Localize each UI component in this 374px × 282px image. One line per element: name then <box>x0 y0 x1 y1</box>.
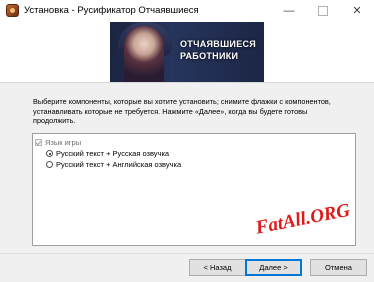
maximize-icon <box>318 6 328 17</box>
wizard-header: ОТЧАЯВШИЕСЯ РАБОТНИКИ <box>0 22 374 82</box>
close-button[interactable]: ✕ <box>340 0 374 22</box>
option-radio-selected[interactable] <box>46 150 53 157</box>
instructions-text: Выберите компоненты, которые вы хотите у… <box>33 97 331 126</box>
character-figure <box>124 26 164 82</box>
group-checkbox[interactable] <box>35 139 42 146</box>
option-radio[interactable] <box>46 161 53 168</box>
game-banner-image: ОТЧАЯВШИЕСЯ РАБОТНИКИ <box>110 22 264 82</box>
banner-title-line2: РАБОТНИКИ <box>180 51 239 61</box>
option-label: Русский текст + Английская озвучка <box>56 160 182 169</box>
footer-divider <box>0 253 374 254</box>
banner-title: ОТЧАЯВШИЕСЯ РАБОТНИКИ <box>180 38 262 62</box>
component-option[interactable]: Русский текст + Русская озвучка <box>33 148 355 159</box>
minimize-button[interactable]: — <box>272 0 306 22</box>
group-label: Язык игры <box>45 138 82 147</box>
installer-window: Установка - Русификатор Отчаявшиеся — ✕ … <box>0 0 374 282</box>
component-option[interactable]: Русский текст + Английская озвучка <box>33 159 355 170</box>
window-title: Установка - Русификатор Отчаявшиеся <box>24 5 199 16</box>
header-divider <box>0 82 374 83</box>
back-button[interactable]: < Назад <box>189 259 246 276</box>
banner-title-line1: ОТЧАЯВШИЕСЯ <box>180 39 257 49</box>
installer-app-icon <box>6 4 19 17</box>
option-label: Русский текст + Русская озвучка <box>56 149 170 158</box>
maximize-button[interactable] <box>306 0 340 22</box>
cancel-button[interactable]: Отмена <box>310 259 367 276</box>
component-group[interactable]: Язык игры <box>33 137 355 148</box>
title-bar[interactable]: Установка - Русификатор Отчаявшиеся — ✕ <box>0 0 374 23</box>
next-button[interactable]: Далее > <box>245 259 302 276</box>
